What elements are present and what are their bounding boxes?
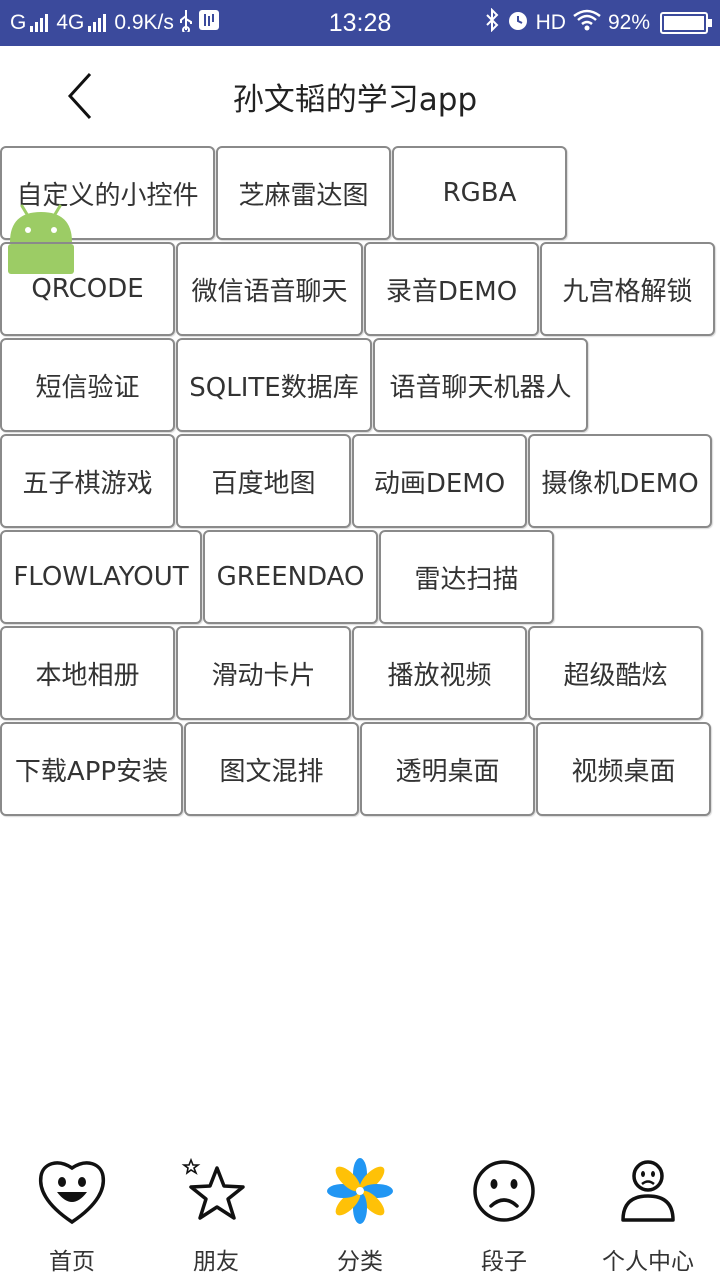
network-4g: 4G	[56, 11, 85, 34]
wifi-icon	[572, 8, 602, 38]
tile-label: GREENDAO	[216, 562, 365, 592]
tile-baidu-map[interactable]: 百度地图	[176, 434, 351, 528]
tile-label: 视频桌面	[571, 756, 676, 787]
tile-label: 百度地图	[211, 468, 316, 499]
tile-label: FLOWLAYOUT	[13, 562, 189, 592]
battery-icon	[660, 12, 712, 34]
tile-label: 录音DEMO	[385, 276, 518, 307]
tile-flowlayout[interactable]: FLOWLAYOUT	[0, 530, 202, 624]
tile-label: 芝麻雷达图	[238, 180, 369, 211]
nav-label: 个人中心	[602, 1249, 694, 1275]
tile-label: 短信验证	[35, 372, 140, 403]
nav-label: 首页	[49, 1249, 95, 1275]
tile-local-album[interactable]: 本地相册	[0, 626, 175, 720]
star-icon	[181, 1157, 245, 1220]
sad-face-icon	[473, 1160, 535, 1222]
chevron-left-icon	[67, 72, 92, 120]
tile-video-desktop[interactable]: 视频桌面	[536, 722, 711, 816]
nav-label: 段子	[481, 1249, 527, 1275]
usb-debug-icon	[198, 9, 220, 37]
nav-friends[interactable]: 朋友	[144, 1150, 288, 1280]
alarm-icon	[506, 8, 530, 38]
tile-label: 雷达扫描	[414, 564, 519, 595]
tile-label: 动画DEMO	[373, 468, 506, 499]
tile-greendao[interactable]: GREENDAO	[203, 530, 378, 624]
nav-label: 分类	[337, 1249, 383, 1275]
tile-transparent-desktop[interactable]: 透明桌面	[360, 722, 535, 816]
tile-pattern-unlock[interactable]: 九宫格解锁	[540, 242, 715, 336]
page-title-text: 孙文韬的学习app	[232, 81, 478, 118]
tile-label: 五子棋游戏	[22, 468, 153, 499]
tile-label: 透明桌面	[395, 756, 500, 787]
battery-percent: 92%	[607, 11, 650, 34]
tile-play-video[interactable]: 播放视频	[352, 626, 527, 720]
tile-label: 滑动卡片	[211, 660, 316, 691]
tile-download-app[interactable]: 下载APP安装	[0, 722, 183, 816]
tile-label: RGBA	[442, 178, 517, 208]
bluetooth-icon	[484, 7, 500, 38]
tile-gomoku[interactable]: 五子棋游戏	[0, 434, 175, 528]
tile-record-demo[interactable]: 录音DEMO	[364, 242, 539, 336]
tile-label: 本地相册	[35, 660, 140, 691]
nav-jokes[interactable]: 段子	[432, 1150, 576, 1280]
tile-camera-demo[interactable]: 摄像机DEMO	[528, 434, 712, 528]
tile-label: 超级酷炫	[563, 660, 668, 691]
nav-category[interactable]: 分类	[288, 1150, 432, 1280]
tile-sqlite[interactable]: SQLITE数据库	[176, 338, 372, 432]
tile-sesame-radar[interactable]: 芝麻雷达图	[216, 146, 391, 240]
tile-label: QRCODE	[31, 274, 144, 304]
title-bar: 孙文韬的学习app	[0, 46, 720, 146]
tile-radar-scan[interactable]: 雷达扫描	[379, 530, 554, 624]
tile-label: 图文混排	[219, 756, 324, 787]
tile-label: 语音聊天机器人	[389, 372, 572, 403]
tile-animation-demo[interactable]: 动画DEMO	[352, 434, 527, 528]
tile-wechat-voice[interactable]: 微信语音聊天	[176, 242, 363, 336]
android-robot-icon[interactable]	[8, 204, 74, 274]
tile-sms-verify[interactable]: 短信验证	[0, 338, 175, 432]
tile-label: 下载APP安装	[14, 756, 169, 787]
nav-label: 朋友	[193, 1249, 239, 1275]
tile-swipe-cards[interactable]: 滑动卡片	[176, 626, 351, 720]
tile-label: 播放视频	[387, 660, 492, 691]
status-left: G 4G 0.9K/s	[10, 0, 220, 46]
smiley-heart-icon	[38, 1161, 106, 1225]
bottom-nav: 首页 朋友 分类 段子 个人中心	[0, 1150, 720, 1280]
net-speed: 0.9K/s	[114, 11, 174, 34]
tile-super-cool[interactable]: 超级酷炫	[528, 626, 703, 720]
nav-profile[interactable]: 个人中心	[576, 1150, 720, 1280]
signal-icon	[30, 14, 49, 32]
status-right: HD 92%	[484, 0, 712, 46]
tile-rgba[interactable]: RGBA	[392, 146, 567, 240]
tile-label: 摄像机DEMO	[541, 468, 699, 499]
pinwheel-icon	[327, 1158, 393, 1224]
hd-label: HD	[535, 11, 566, 34]
status-bar: G 4G 0.9K/s 13:28 HD 92%	[0, 0, 720, 46]
usb-icon	[178, 8, 194, 38]
tile-rich-text[interactable]: 图文混排	[184, 722, 359, 816]
signal-4g-icon	[88, 14, 107, 32]
person-icon	[621, 1160, 675, 1222]
back-button[interactable]	[56, 68, 112, 124]
tile-voice-robot[interactable]: 语音聊天机器人	[373, 338, 588, 432]
tile-label: SQLITE数据库	[189, 372, 359, 403]
tile-label: 九宫格解锁	[562, 276, 693, 307]
nav-home[interactable]: 首页	[0, 1150, 144, 1280]
network-type: G	[10, 11, 27, 34]
tile-label: 微信语音聊天	[191, 276, 348, 307]
